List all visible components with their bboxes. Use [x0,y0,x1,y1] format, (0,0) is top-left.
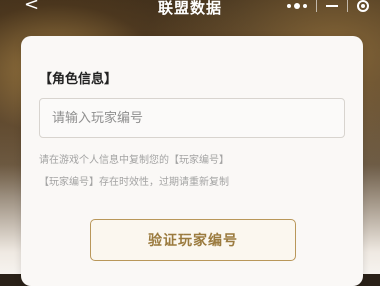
minimize-icon[interactable] [325,5,338,7]
hint-line-2: 【玩家编号】存在时效性，过期请重新复制 [39,177,229,188]
more-dot [293,3,300,9]
more-icon[interactable] [286,3,307,9]
hint-text: 请在游戏个人信息中复制您的【玩家编号】 【玩家编号】存在时效性，过期请重新复制 [39,150,349,194]
close-miniprogram-icon[interactable] [357,0,370,12]
more-dot [286,4,291,8]
role-info-card: 【角色信息】 请在游戏个人信息中复制您的【玩家编号】 【玩家编号】存在时效性，过… [21,36,363,286]
miniprogram-capsule [282,0,374,15]
section-title: 【角色信息】 [39,72,118,87]
hint-line-1: 请在游戏个人信息中复制您的【玩家编号】 [39,155,229,166]
capsule-divider [315,0,317,12]
capsule-divider [347,0,349,12]
player-id-input[interactable] [39,98,345,138]
more-dot [302,4,307,8]
verify-player-id-button[interactable]: 验证玩家编号 [90,219,296,261]
navigation-bar: < 联盟数据 [0,0,380,17]
